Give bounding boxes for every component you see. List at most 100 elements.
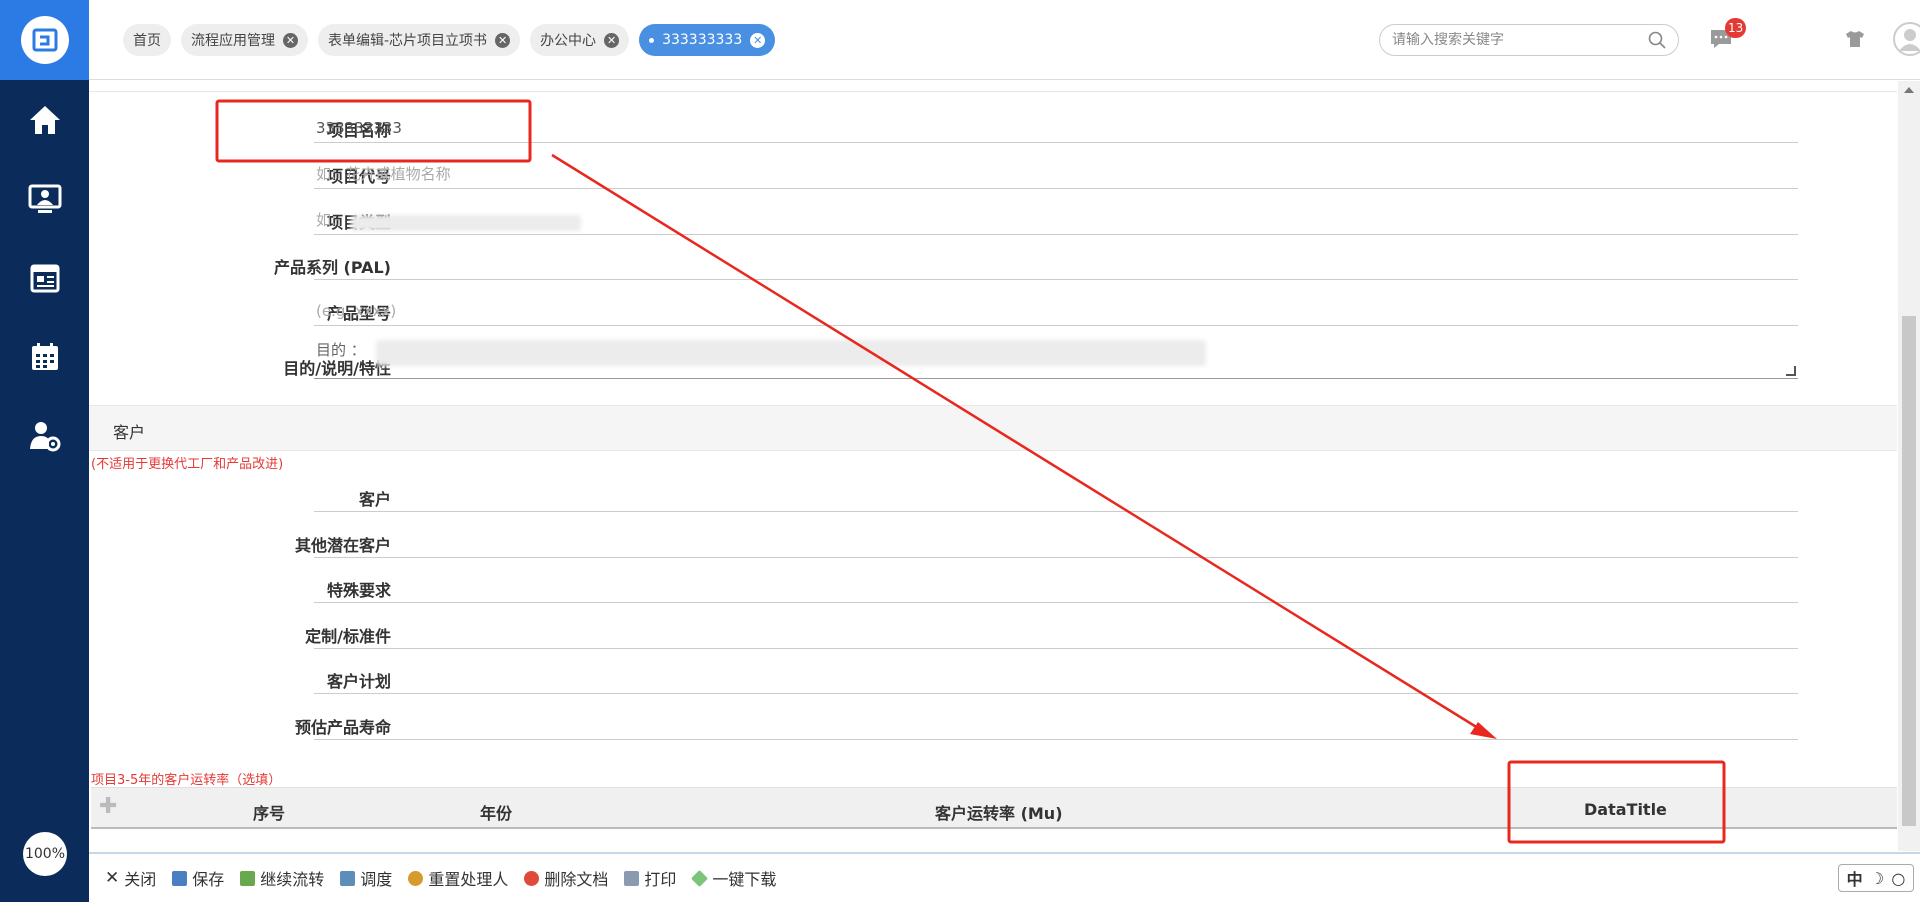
customer-plan-row: 客户计划 bbox=[89, 656, 1897, 702]
tab-label: 333333333 bbox=[662, 32, 743, 48]
close-icon[interactable]: ✕ bbox=[604, 32, 620, 48]
forward-button[interactable]: 继续流转 bbox=[240, 866, 324, 890]
button-label: 删除文档 bbox=[544, 870, 609, 889]
search-input[interactable] bbox=[1392, 32, 1648, 48]
column-header: 年份 bbox=[480, 804, 513, 823]
active-dot-icon bbox=[649, 37, 655, 43]
tab-form-edit[interactable]: 表单编辑-芯片项目立项书 ✕ bbox=[318, 24, 521, 56]
product-family-row: 产品系列 (PAL) bbox=[89, 242, 1897, 288]
close-button[interactable]: ✕ 关闭 bbox=[105, 866, 156, 890]
nav-calendar[interactable] bbox=[0, 317, 89, 396]
custom-standard-row: 定制/标准件 bbox=[89, 611, 1897, 657]
theme-shirt-icon[interactable] bbox=[1845, 30, 1865, 48]
product-model-input[interactable] bbox=[314, 296, 1798, 325]
scrollbar-thumb[interactable] bbox=[1902, 316, 1916, 826]
redacted-text bbox=[351, 215, 581, 231]
special-requirements-row: 特殊要求 bbox=[89, 565, 1897, 611]
download-button[interactable]: 一键下载 bbox=[691, 866, 777, 890]
table-header: ✚ 序号 年份 客户运转率 (Mu) DataTitle bbox=[91, 787, 1897, 829]
circle-icon: ○ bbox=[1891, 868, 1906, 888]
custom-standard-input[interactable] bbox=[314, 619, 1798, 648]
product-family-input[interactable] bbox=[314, 250, 1798, 279]
button-label: 打印 bbox=[644, 870, 677, 889]
ime-indicator[interactable]: 中 ☽ ○ bbox=[1838, 864, 1914, 892]
nav-home[interactable] bbox=[0, 80, 89, 159]
purpose-placeholder: 目的 ： bbox=[316, 341, 366, 359]
forward-icon bbox=[240, 870, 256, 886]
dispatch-icon bbox=[340, 870, 356, 886]
reset-user-icon bbox=[408, 870, 424, 886]
column-header: 客户运转率 (Mu) bbox=[935, 804, 1063, 823]
project-name-input[interactable] bbox=[314, 113, 1798, 142]
delete-icon bbox=[524, 870, 540, 886]
customer-note: (不适用于更换代工厂和产品改进) bbox=[91, 457, 284, 472]
message-count-badge: 13 bbox=[1725, 18, 1747, 38]
scroll-up-icon[interactable] bbox=[1904, 87, 1914, 93]
tab-label: 首页 bbox=[133, 33, 161, 49]
user-settings-icon bbox=[29, 421, 60, 451]
column-header: DataTitle bbox=[1584, 800, 1667, 819]
calendar-icon bbox=[31, 342, 58, 370]
save-icon bbox=[172, 870, 188, 886]
add-row-icon[interactable]: ✚ bbox=[99, 796, 119, 818]
delete-document-button[interactable]: 删除文档 bbox=[524, 866, 608, 890]
moon-icon: ☽ bbox=[1869, 868, 1885, 888]
button-label: 重置处理人 bbox=[428, 870, 509, 889]
nav-monitor[interactable] bbox=[0, 159, 89, 238]
reset-handler-button[interactable]: 重置处理人 bbox=[408, 866, 508, 890]
nav-news[interactable] bbox=[0, 238, 89, 317]
search-box bbox=[1379, 24, 1679, 56]
close-icon[interactable]: ✕ bbox=[283, 32, 298, 48]
divider bbox=[89, 91, 1897, 92]
redacted-text bbox=[376, 340, 1206, 366]
print-icon bbox=[624, 870, 640, 886]
close-icon[interactable]: ✕ bbox=[495, 32, 511, 48]
form-content: 项目名称 项目代号 项目类型 产品系列 (PAL) 产品型号 目的/说明/特性 … bbox=[89, 81, 1897, 851]
tab-bar: 首页 流程应用管理 ✕ 表单编辑-芯片项目立项书 ✕ 办公中心 ✕ 333333333… bbox=[123, 24, 776, 56]
tab-label: 流程应用管理 bbox=[191, 33, 275, 49]
top-bar: 首页 流程应用管理 ✕ 表单编辑-芯片项目立项书 ✕ 办公中心 ✕ 333333333… bbox=[89, 0, 1920, 80]
monitor-user-icon bbox=[28, 184, 61, 213]
table-note: 项目3-5年的客户运转率（选填） bbox=[91, 773, 282, 788]
potential-customers-input[interactable] bbox=[314, 528, 1798, 557]
button-label: 调度 bbox=[360, 870, 393, 889]
button-label: 一键下载 bbox=[712, 870, 777, 889]
section-title: 客户 bbox=[113, 423, 146, 442]
potential-customers-row: 其他潜在客户 bbox=[89, 520, 1897, 566]
product-lifetime-row: 预估产品寿命 bbox=[89, 702, 1897, 748]
tab-home[interactable]: 首页 bbox=[123, 24, 171, 56]
product-lifetime-input[interactable] bbox=[314, 710, 1798, 739]
search-icon[interactable] bbox=[1648, 31, 1666, 49]
scrollbar[interactable] bbox=[1898, 81, 1920, 851]
ime-mode: 中 bbox=[1846, 870, 1863, 889]
avatar[interactable] bbox=[1893, 22, 1920, 56]
dispatch-button[interactable]: 调度 bbox=[340, 866, 392, 890]
resize-handle-icon[interactable] bbox=[1786, 366, 1796, 376]
button-label: 继续流转 bbox=[260, 870, 325, 889]
print-button[interactable]: 打印 bbox=[624, 866, 676, 890]
download-icon bbox=[691, 869, 709, 887]
sidebar: 100% bbox=[0, 0, 89, 902]
save-button[interactable]: 保存 bbox=[172, 866, 224, 890]
close-icon[interactable]: ✕ bbox=[750, 32, 766, 48]
customer-row: 客户 bbox=[89, 474, 1897, 520]
button-label: 关闭 bbox=[124, 870, 157, 889]
project-code-input[interactable] bbox=[314, 159, 1798, 188]
button-label: 保存 bbox=[192, 870, 225, 889]
app-logo[interactable] bbox=[0, 0, 89, 80]
news-icon bbox=[30, 264, 59, 292]
tab-office-center[interactable]: 办公中心 ✕ bbox=[530, 24, 630, 56]
tab-process-management[interactable]: 流程应用管理 ✕ bbox=[181, 24, 308, 56]
project-name-row: 项目名称 bbox=[89, 105, 1897, 151]
customer-plan-input[interactable] bbox=[314, 664, 1798, 693]
zoom-level[interactable]: 100% bbox=[23, 832, 67, 876]
tab-current-document[interactable]: 333333333 ✕ bbox=[639, 24, 776, 56]
nav-user-settings[interactable] bbox=[0, 396, 89, 475]
project-code-row: 项目代号 bbox=[89, 151, 1897, 197]
purpose-textarea[interactable]: 目的 ： bbox=[314, 334, 1798, 379]
special-requirements-input[interactable] bbox=[314, 573, 1798, 602]
product-model-row: 产品型号 bbox=[89, 288, 1897, 334]
tab-label: 办公中心 bbox=[540, 33, 597, 49]
tab-label: 表单编辑-芯片项目立项书 bbox=[328, 33, 488, 49]
customer-input[interactable] bbox=[314, 482, 1798, 511]
